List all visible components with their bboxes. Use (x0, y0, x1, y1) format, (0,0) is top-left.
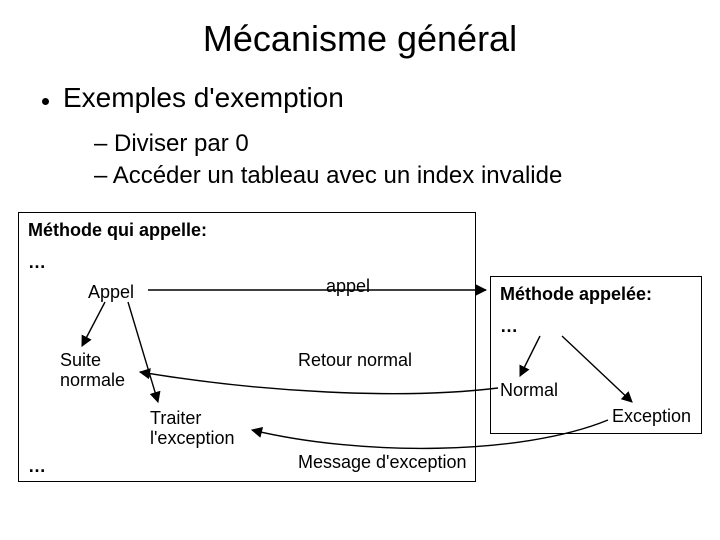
bullet-main: Exemples d'exemption (63, 82, 344, 114)
slide: Mécanisme général Exemples d'exemption –… (0, 0, 720, 540)
sub-bullet-1: – Diviser par 0 (94, 130, 249, 158)
callee-ellipsis: … (500, 316, 518, 337)
callee-header: Méthode appelée: (500, 284, 652, 305)
exception-label: Exception (612, 406, 691, 427)
suite-normale-line1: Suite (60, 350, 101, 371)
traiter-line2: l'exception (150, 428, 235, 449)
arrow-message-label: Message d'exception (298, 452, 467, 473)
caller-method-box (18, 212, 476, 482)
caller-ellipsis-top: … (28, 252, 46, 273)
sub-bullet-2: – Accéder un tableau avec un index inval… (94, 162, 562, 190)
arrow-appel-label: appel (326, 276, 370, 297)
traiter-line1: Traiter (150, 408, 201, 429)
arrow-retour-label: Retour normal (298, 350, 412, 371)
bullet-dot-icon (42, 98, 49, 105)
suite-normale-line2: normale (60, 370, 125, 391)
caller-header: Méthode qui appelle: (28, 220, 207, 241)
normal-label: Normal (500, 380, 558, 401)
slide-title: Mécanisme général (0, 18, 720, 60)
appel-label: Appel (88, 282, 134, 303)
caller-ellipsis-bottom: … (28, 456, 46, 477)
